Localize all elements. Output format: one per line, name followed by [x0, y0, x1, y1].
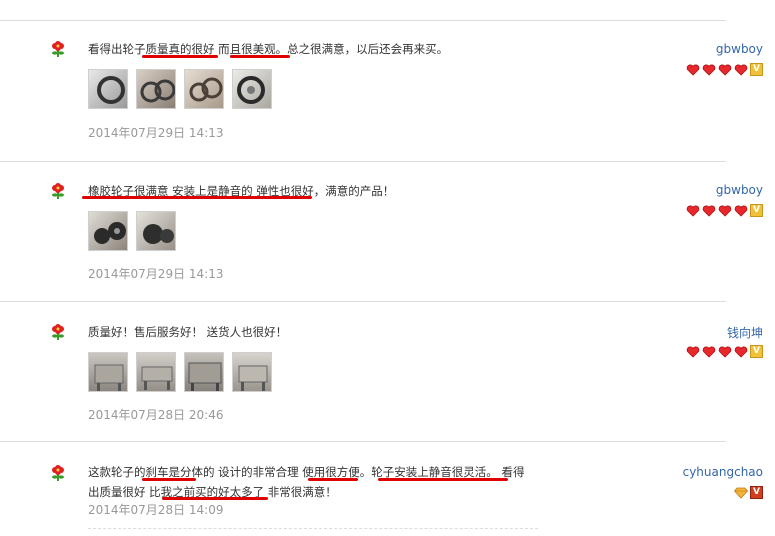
review-photo[interactable] — [88, 352, 128, 392]
review-photo[interactable] — [232, 352, 272, 392]
photo-thumbnails — [88, 352, 272, 392]
heart-icon — [686, 205, 700, 217]
reviewer-name[interactable]: gbwboy — [716, 42, 763, 56]
vip-badge-icon: V — [750, 63, 763, 76]
highlight-underline — [142, 478, 196, 481]
divider — [0, 301, 726, 302]
photo-thumbnails — [88, 211, 176, 251]
heart-icon — [702, 346, 716, 358]
highlight-underline — [308, 478, 358, 481]
heart-icon — [718, 64, 732, 76]
review-date: 2014年07月29日 14:13 — [88, 126, 224, 140]
bottom-divider — [88, 528, 538, 529]
review-photo[interactable] — [184, 352, 224, 392]
review-photo[interactable] — [136, 69, 176, 109]
heart-icon — [702, 205, 716, 217]
review-text: 质量好！售后服务好！ 送货人也很好！ — [88, 325, 288, 339]
reviewer-rank: V — [734, 486, 763, 499]
highlight-underline — [82, 196, 312, 199]
reviewer-name[interactable]: cyhuangchao — [683, 465, 763, 479]
heart-icon — [686, 64, 700, 76]
flower-icon — [52, 41, 64, 57]
diamond-icon — [734, 487, 748, 499]
reviewer-name[interactable]: gbwboy — [716, 183, 763, 197]
reviewer-rank: V — [686, 63, 763, 76]
heart-icon — [718, 205, 732, 217]
review-date: 2014年07月29日 14:13 — [88, 267, 224, 281]
heart-icon — [702, 64, 716, 76]
review-date: 2014年07月28日 14:09 — [88, 503, 224, 517]
divider — [0, 20, 726, 21]
highlight-underline — [230, 55, 290, 58]
review-date: 2014年07月28日 20:46 — [88, 408, 224, 422]
review-photo[interactable] — [88, 69, 128, 109]
highlight-underline — [142, 55, 218, 58]
heart-icon — [718, 346, 732, 358]
highlight-underline — [378, 478, 508, 481]
heart-icon — [734, 64, 748, 76]
heart-icon — [686, 346, 700, 358]
reviewer-rank: V — [686, 204, 763, 217]
photo-thumbnails — [88, 69, 272, 109]
review-photo[interactable] — [232, 69, 272, 109]
review-text: 这款轮子的刹车是分体的 设计的非常合理 使用很方便。轮子安装上静音很灵活。 看得… — [88, 465, 525, 499]
vip-badge-icon: V — [750, 486, 763, 499]
review-photo[interactable] — [88, 211, 128, 251]
review-photo[interactable] — [136, 211, 176, 251]
reviewer-rank: V — [686, 345, 763, 358]
vip-badge-icon: V — [750, 204, 763, 217]
review-photo[interactable] — [184, 69, 224, 109]
divider — [0, 161, 726, 162]
heart-icon — [734, 205, 748, 217]
reviewer-name[interactable]: 钱向坤 — [727, 324, 763, 341]
heart-icon — [734, 346, 748, 358]
highlight-underline — [162, 497, 268, 500]
flower-icon — [52, 324, 64, 340]
divider — [0, 441, 726, 442]
flower-icon — [52, 183, 64, 199]
review-photo[interactable] — [136, 352, 176, 392]
vip-badge-icon: V — [750, 345, 763, 358]
flower-icon — [52, 465, 64, 481]
